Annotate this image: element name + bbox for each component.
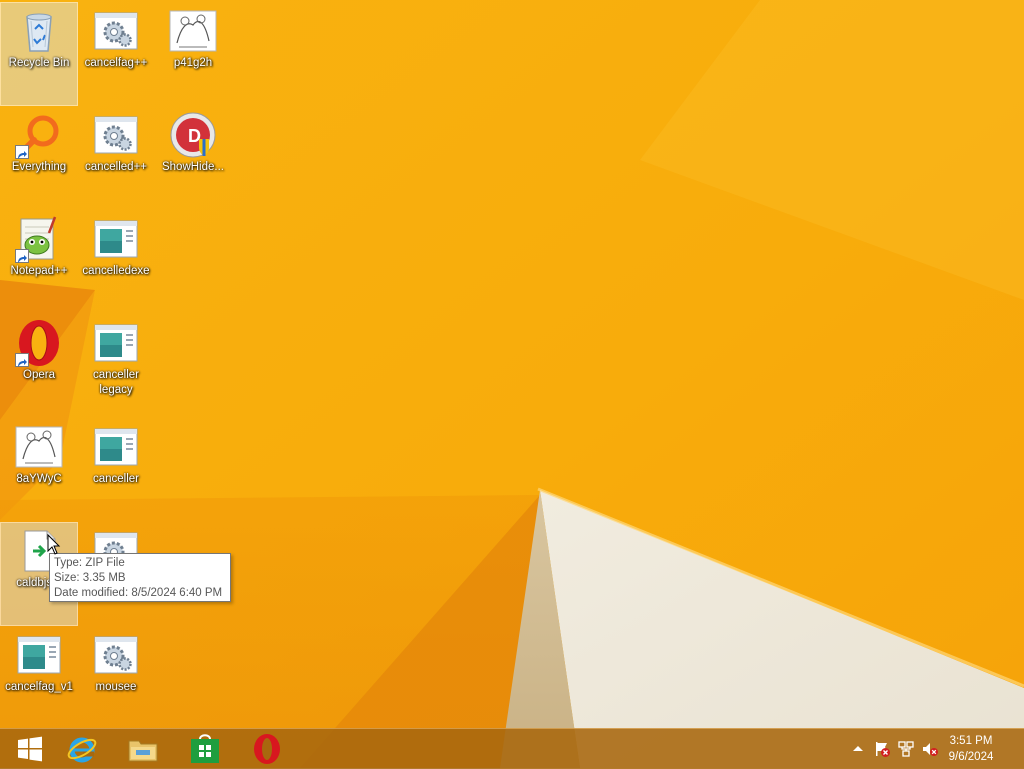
desktop-icon-label: Notepad++	[10, 265, 68, 277]
desktop-icon-p41g2h[interactable]: p41g2h	[155, 3, 231, 105]
magnifier-icon	[15, 111, 63, 159]
windows-logo-icon	[18, 736, 42, 762]
file-tooltip: Type: ZIP File Size: 3.35 MB Date modifi…	[49, 553, 231, 602]
desktop-icon-label: ShowHide...	[161, 161, 224, 173]
gear-app-icon	[92, 7, 140, 55]
shortcut-arrow-icon	[15, 353, 29, 367]
taskbar-internet-explorer[interactable]	[52, 729, 112, 769]
desktop-icon-label: 8aYWyC	[16, 473, 62, 485]
taskbar: 3:51 PM 9/6/2024	[0, 728, 1024, 769]
desktop-icon-label: mousee	[95, 681, 137, 693]
clock-date: 9/6/2024	[948, 751, 994, 763]
internet-explorer-icon	[67, 737, 97, 763]
desktop-icon-label: cancelfag++	[84, 57, 148, 69]
desktop-icon-cancelled[interactable]: cancelled++	[78, 107, 154, 209]
recycle-bin-icon	[15, 7, 63, 55]
desktop-icon-showhide[interactable]: D ShowHide...	[155, 107, 231, 209]
window-app-icon	[92, 423, 140, 471]
desktop-icon-cancelfag-v1[interactable]: cancelfag_v1	[1, 627, 77, 729]
folder-icon	[128, 740, 158, 762]
desktop-icon-label: cancelled++	[84, 161, 148, 173]
tooltip-size: Size: 3.35 MB	[54, 572, 126, 584]
desktop-icon-label: canceller	[92, 473, 140, 485]
taskbar-file-explorer[interactable]	[113, 729, 173, 769]
showhide-shield-icon: D	[169, 111, 217, 159]
desktop-icon-label: Opera	[23, 369, 55, 381]
action-center-flag-icon[interactable]	[873, 740, 891, 758]
desktop-icon-label: cancelfag_v1	[5, 681, 73, 693]
desktop-icon-canceller-legacy[interactable]: canceller legacy	[78, 315, 154, 417]
desktop-icon-label: Recycle Bin	[8, 57, 70, 69]
desktop-icon-everything[interactable]: Everything	[1, 107, 77, 209]
opera-icon	[15, 319, 63, 367]
taskbar-store[interactable]	[175, 729, 235, 769]
desktop-icon-mousee[interactable]: mousee	[78, 627, 154, 729]
gear-app-icon	[92, 111, 140, 159]
window-app-icon	[92, 215, 140, 263]
desktop-icon-label: cancelledexe	[82, 265, 150, 277]
image-thumbnail-icon	[15, 423, 63, 471]
desktop-icon-notepad[interactable]: Notepad++	[1, 211, 77, 313]
start-button[interactable]	[0, 729, 60, 769]
show-hidden-icons-chevron-icon[interactable]	[849, 740, 867, 758]
desktop-icon-opera[interactable]: Opera	[1, 315, 77, 417]
tooltip-type: Type: ZIP File	[54, 557, 125, 569]
desktop-icon-recycle-bin[interactable]: Recycle Bin	[0, 2, 78, 106]
shortcut-arrow-icon	[15, 145, 29, 159]
taskbar-clock[interactable]: 3:51 PM 9/6/2024	[936, 733, 1006, 765]
desktop-icon-label: Everything	[11, 161, 67, 173]
clock-time: 3:51 PM	[949, 735, 993, 747]
store-icon	[191, 734, 219, 763]
opera-icon	[254, 734, 280, 764]
taskbar-opera[interactable]	[237, 729, 297, 769]
desktop-icon-canceller[interactable]: canceller	[78, 419, 154, 521]
tooltip-date-modified: Date modified: 8/5/2024 6:40 PM	[54, 587, 223, 599]
window-app-icon	[15, 631, 63, 679]
desktop-icon-label: canceller legacy	[92, 369, 140, 396]
gear-app-icon	[92, 631, 140, 679]
desktop-icon-8aywyc[interactable]: 8aYWyC	[1, 419, 77, 521]
mouse-cursor-icon	[47, 534, 61, 555]
notepad-plus-plus-icon	[15, 215, 63, 263]
shortcut-arrow-icon	[15, 249, 29, 263]
desktop-icon-label: p41g2h	[173, 57, 213, 69]
desktop-icon-cancelfag[interactable]: cancelfag++	[78, 3, 154, 105]
desktop-icon-cancelledexe[interactable]: cancelledexe	[78, 211, 154, 313]
image-thumbnail-icon	[169, 7, 217, 55]
network-icon[interactable]	[897, 740, 915, 758]
window-app-icon	[92, 319, 140, 367]
